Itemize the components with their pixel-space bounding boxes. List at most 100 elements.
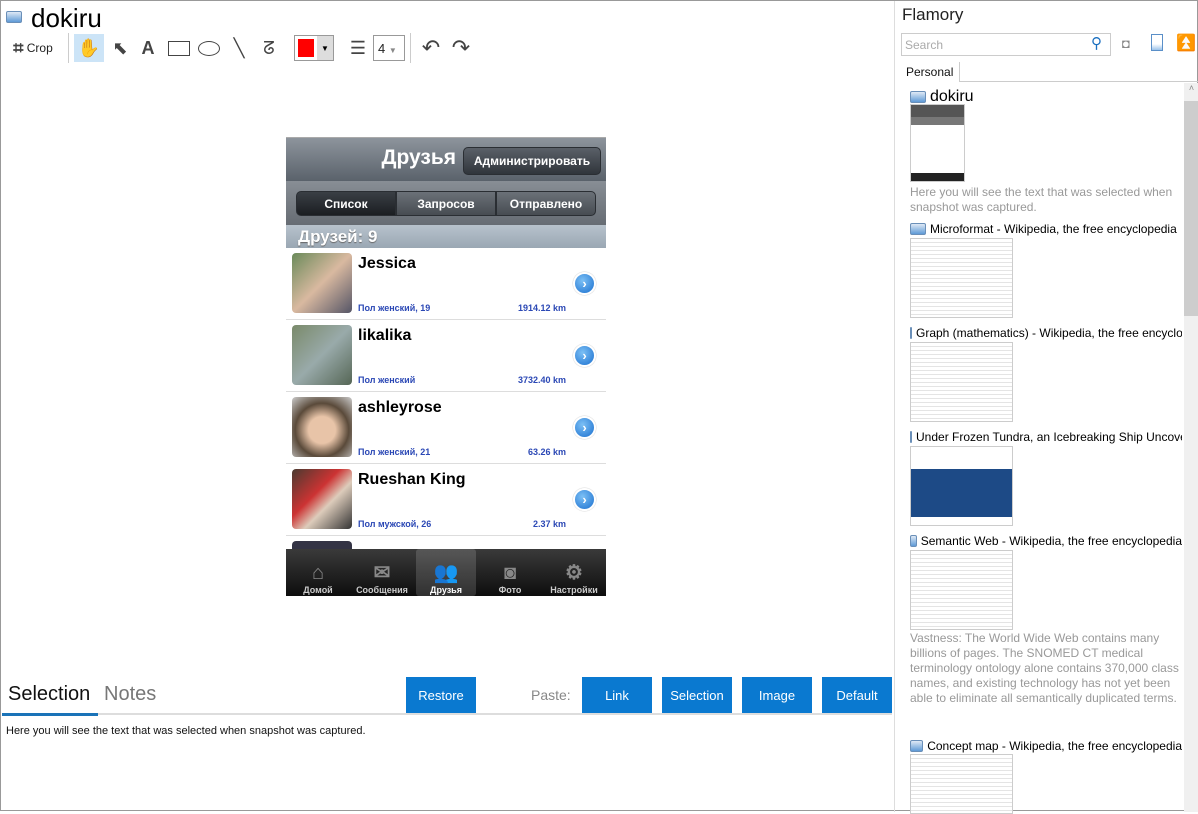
- collapse-top-icon[interactable]: ⏫: [1176, 33, 1196, 53]
- divider: [2, 713, 892, 715]
- page-icon: [910, 431, 912, 443]
- snapshot-item-title[interactable]: Concept map - Wikipedia, the free encycl…: [910, 739, 1182, 753]
- line-tool-icon[interactable]: ╲: [226, 34, 252, 62]
- panel-title: Flamory: [902, 5, 964, 24]
- avatar: [292, 469, 352, 529]
- page-icon: [910, 91, 926, 103]
- tab-settings: ⚙ Настройки: [550, 562, 598, 595]
- snapshot-description: Here you will see the text that was sele…: [910, 185, 1173, 214]
- friend-name: ashleyrose: [358, 399, 442, 416]
- page-icon: [910, 535, 917, 547]
- panel-divider: [894, 1, 895, 812]
- friend-info: Пол женский: [358, 375, 416, 385]
- snapshot-thumbnail[interactable]: [910, 550, 1013, 630]
- tab-personal[interactable]: Personal: [900, 62, 960, 82]
- rectangle-tool-icon[interactable]: [166, 34, 192, 62]
- disclosure-icon: ›: [573, 488, 596, 511]
- gear-icon: ⚙: [565, 562, 583, 584]
- avatar: [292, 325, 352, 385]
- snapshot-thumbnail[interactable]: [910, 342, 1013, 422]
- paste-default-button[interactable]: Default: [822, 677, 892, 713]
- friend-info: Пол женский, 19: [358, 303, 431, 313]
- paste-selection-button[interactable]: Selection: [662, 677, 732, 713]
- friend-info: Пол женский, 21: [358, 447, 431, 457]
- paste-image-button[interactable]: Image: [742, 677, 812, 713]
- segment-sent: Отправлено: [496, 191, 596, 216]
- search-icon[interactable]: ⚲: [1091, 34, 1102, 52]
- tab-home: ⌂ Домой: [303, 562, 333, 595]
- search-input[interactable]: Search: [901, 33, 1111, 56]
- friend-name: Rueshan King: [358, 471, 466, 488]
- tab-selection[interactable]: Selection: [8, 683, 90, 706]
- snapshot-thumbnail[interactable]: [910, 238, 1013, 318]
- tab-messages: ✉ Сообщения: [356, 562, 408, 595]
- section-header: Друзей: 9: [286, 225, 606, 248]
- snapshot-image: Друзья Администрировать Список Запросов …: [286, 137, 606, 596]
- nav-bar: Друзья Администрировать: [286, 137, 606, 181]
- snapshot-thumbnail[interactable]: [910, 104, 965, 182]
- tab-photo: ◙ Фото: [498, 562, 522, 595]
- disclosure-icon: ›: [573, 272, 596, 295]
- hand-tool-icon[interactable]: ✋: [74, 34, 104, 62]
- page-icon: [910, 740, 924, 752]
- avatar: [292, 541, 352, 549]
- segment-requests: Запросов: [396, 191, 496, 216]
- snapshot-item-title[interactable]: Graph (mathematics) - Wikipedia, the fre…: [910, 326, 1182, 340]
- friend-distance: 63.26 km: [527, 447, 566, 457]
- page-icon: [910, 327, 912, 339]
- friend-row: ashleyrose Пол женский, 21 63.26 km ›: [286, 392, 606, 464]
- segmented-control: Список Запросов Отправлено: [286, 181, 606, 225]
- ellipse-tool-icon[interactable]: [196, 34, 222, 62]
- friend-distance: 3732.40 km: [517, 375, 566, 385]
- scroll-up-icon[interactable]: ˄: [1184, 83, 1198, 99]
- camera-icon[interactable]: ◘: [1122, 36, 1130, 51]
- envelope-icon: ✉: [373, 562, 391, 584]
- friend-name: Jessica: [358, 255, 416, 272]
- tab-friends: 👥 Друзья: [416, 549, 476, 596]
- friend-distance: 1914.12 km: [517, 303, 566, 313]
- snapshot-item-title[interactable]: Under Frozen Tundra, an Icebreaking Ship…: [910, 430, 1182, 444]
- text-tool-icon[interactable]: A: [136, 34, 160, 62]
- tab-bar: ⌂ Домой ✉ Сообщения 👥 Друзья ◙ Фото ⚙ Настрой…: [286, 549, 606, 596]
- crop-icon: ⌗: [13, 37, 24, 58]
- scrollbar[interactable]: ˄: [1184, 83, 1198, 812]
- snapshot-item-title[interactable]: Semantic Web - Wikipedia, the free encyc…: [910, 534, 1182, 548]
- snapshot-description: Vastness: The World Wide Web contains ma…: [910, 631, 1179, 705]
- undo-icon[interactable]: ↶: [418, 34, 444, 62]
- avatar: [292, 253, 352, 313]
- disclosure-icon: ›: [573, 416, 596, 439]
- document-icon[interactable]: [1151, 34, 1163, 51]
- line-width-select[interactable]: 4 ▼: [373, 35, 405, 61]
- avatar: [292, 397, 352, 457]
- friend-info: Пол мужской, 26: [358, 519, 432, 529]
- scrollbar-thumb[interactable]: [1184, 101, 1198, 316]
- page-icon: [910, 223, 926, 235]
- nav-title: Друзья: [381, 146, 456, 169]
- line-width-icon: ☰: [349, 37, 367, 58]
- camera-icon: ◙: [503, 562, 517, 584]
- snapshot-thumbnail[interactable]: [910, 446, 1013, 526]
- tab-notes[interactable]: Notes: [104, 683, 156, 706]
- crop-label: Crop: [26, 41, 53, 55]
- paste-label: Paste:: [531, 687, 571, 703]
- selection-text[interactable]: Here you will see the text that was sele…: [6, 725, 366, 737]
- snapshot-item-title[interactable]: Microformat - Wikipedia, the free encycl…: [910, 222, 1182, 236]
- crop-button[interactable]: ⌗ Crop: [7, 34, 59, 62]
- pointer-tool-icon[interactable]: ⬉: [108, 34, 132, 62]
- page-title: dokiru: [31, 3, 102, 33]
- divider: [410, 33, 411, 63]
- restore-button[interactable]: Restore: [406, 677, 476, 713]
- color-swatch: [298, 39, 314, 57]
- tab-underline: [2, 713, 98, 716]
- chevron-down-icon: ▼: [317, 36, 333, 60]
- home-icon: ⌂: [311, 562, 325, 584]
- paste-link-button[interactable]: Link: [582, 677, 652, 713]
- freehand-tool-icon[interactable]: ᘔ: [256, 34, 282, 62]
- divider: [68, 33, 69, 63]
- friend-name: likalika: [358, 327, 412, 344]
- friend-row: likalika Пол женский 3732.40 km ›: [286, 320, 606, 392]
- disclosure-icon: ›: [573, 344, 596, 367]
- color-picker[interactable]: ▼: [294, 35, 334, 61]
- redo-icon[interactable]: ↷: [448, 34, 474, 62]
- snapshot-thumbnail[interactable]: [910, 754, 1013, 814]
